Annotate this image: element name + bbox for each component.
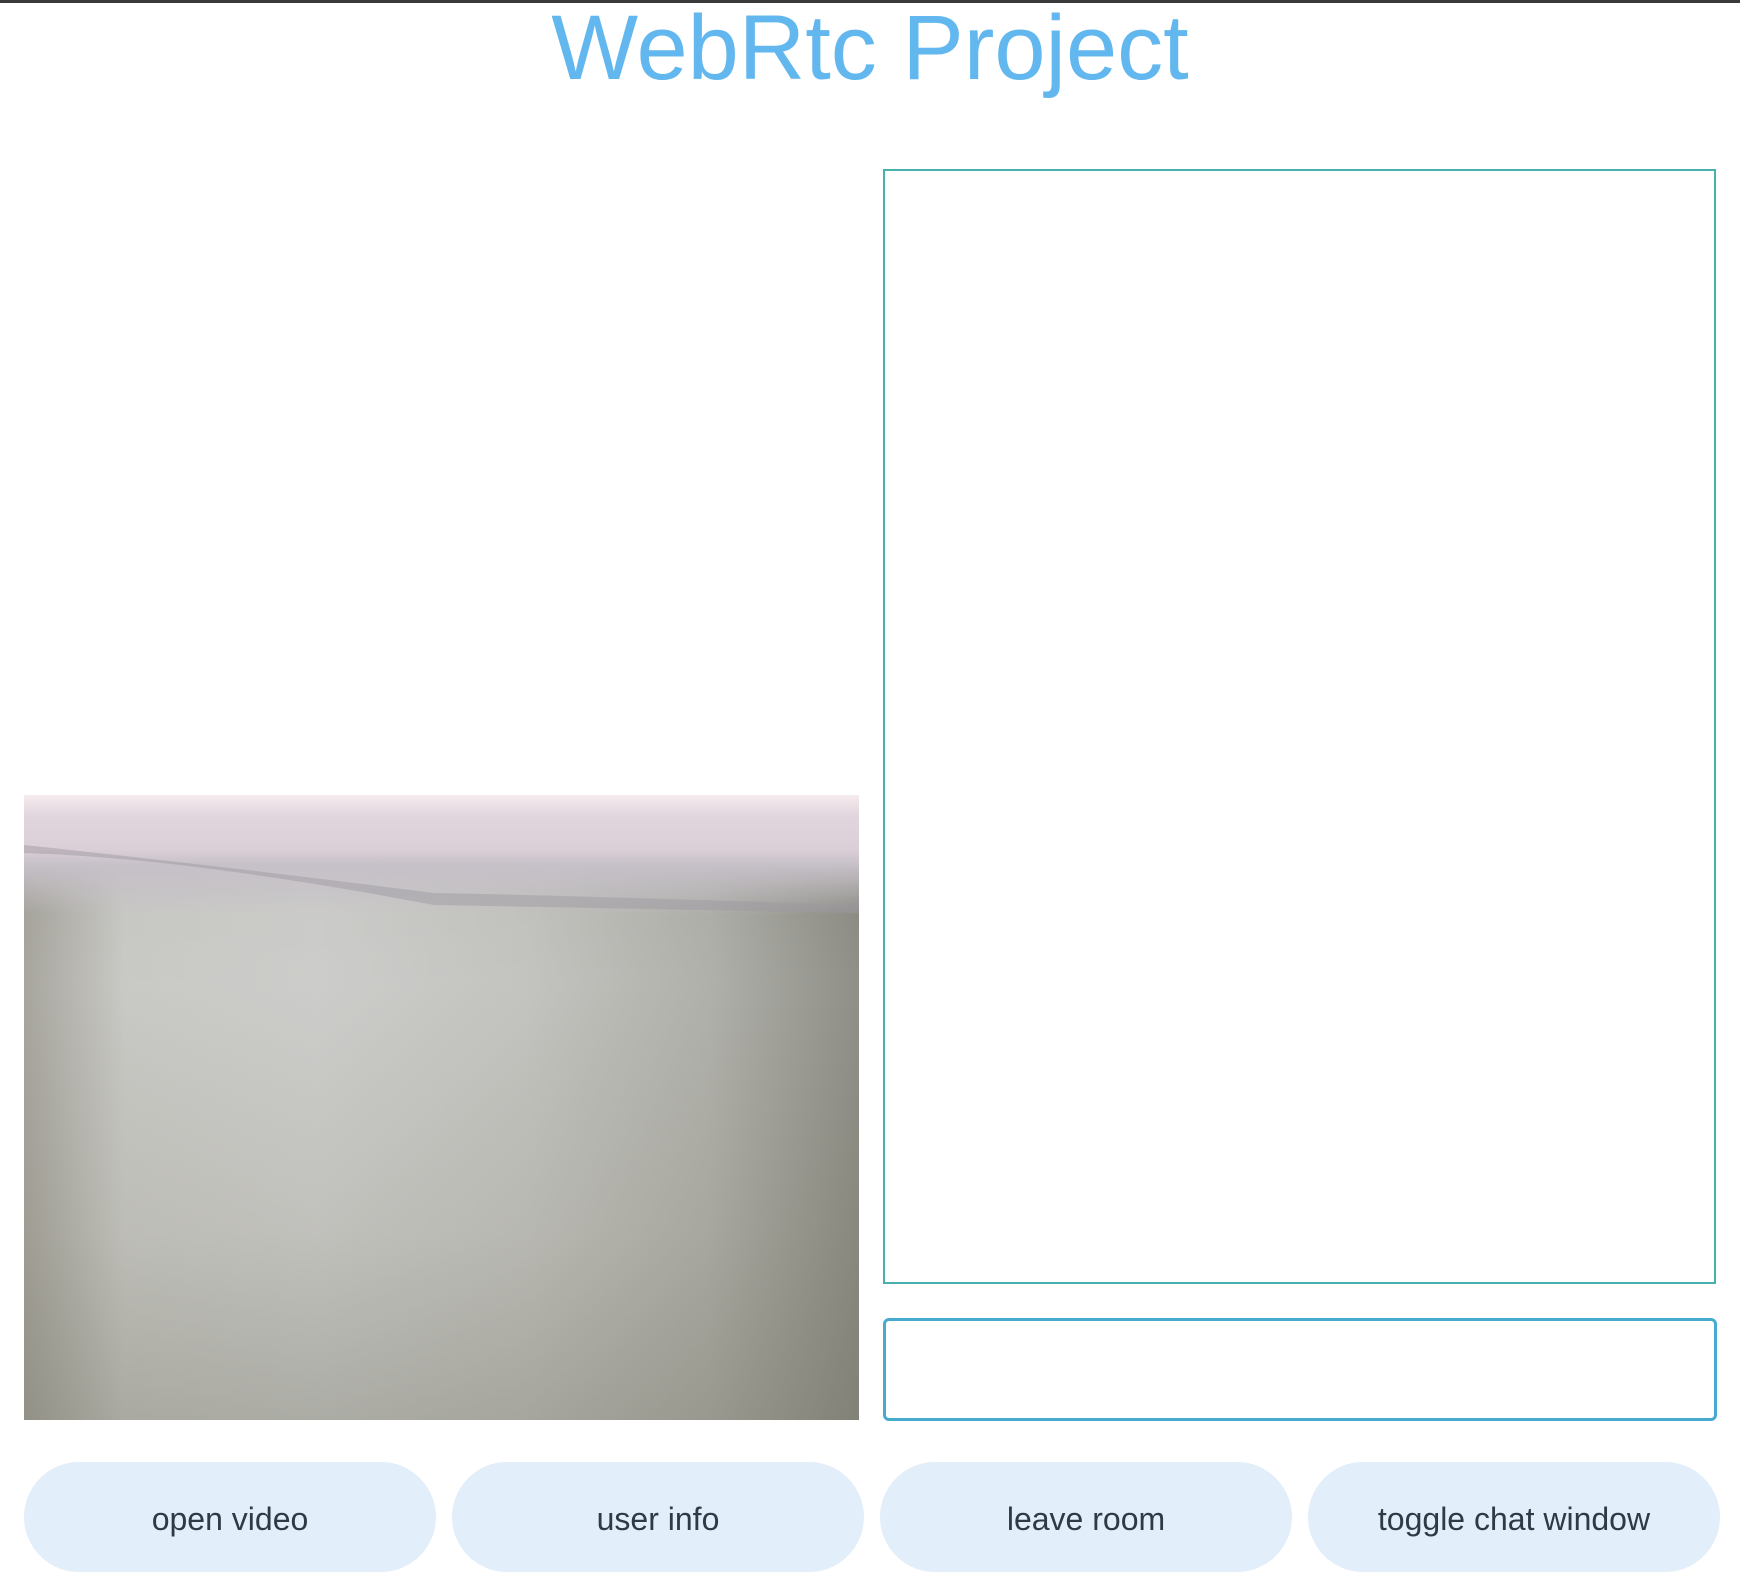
chat-message-input[interactable] bbox=[883, 1318, 1717, 1421]
open-video-button[interactable]: open video bbox=[24, 1462, 436, 1572]
chat-messages-window[interactable] bbox=[883, 169, 1716, 1284]
toggle-chat-window-button[interactable]: toggle chat window bbox=[1308, 1462, 1720, 1572]
control-bar: open video user info leave room toggle c… bbox=[0, 1462, 1740, 1572]
page-title: WebRtc Project bbox=[551, 0, 1189, 99]
local-video[interactable] bbox=[24, 795, 859, 1420]
user-info-button[interactable]: user info bbox=[452, 1462, 864, 1572]
leave-room-button[interactable]: leave room bbox=[880, 1462, 1292, 1572]
video-shading bbox=[24, 795, 859, 1420]
